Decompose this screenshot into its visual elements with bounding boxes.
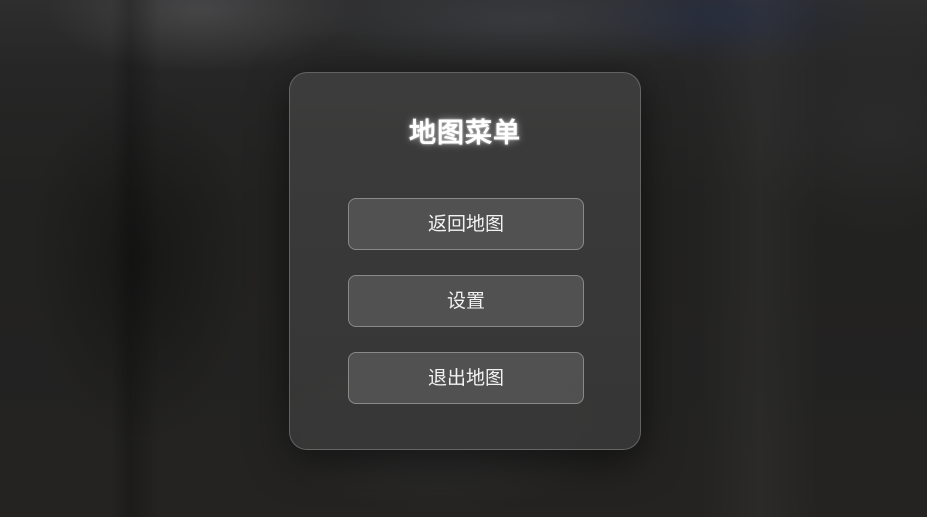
menu-title: 地图菜单	[409, 118, 521, 149]
blurred-game-background: 地图菜单 返回地图 设置 退出地图	[0, 0, 927, 517]
settings-button[interactable]: 设置	[348, 275, 584, 327]
return-to-map-button[interactable]: 返回地图	[348, 198, 584, 250]
exit-map-button[interactable]: 退出地图	[348, 352, 584, 404]
map-menu-panel: 地图菜单 返回地图 设置 退出地图	[289, 72, 641, 450]
